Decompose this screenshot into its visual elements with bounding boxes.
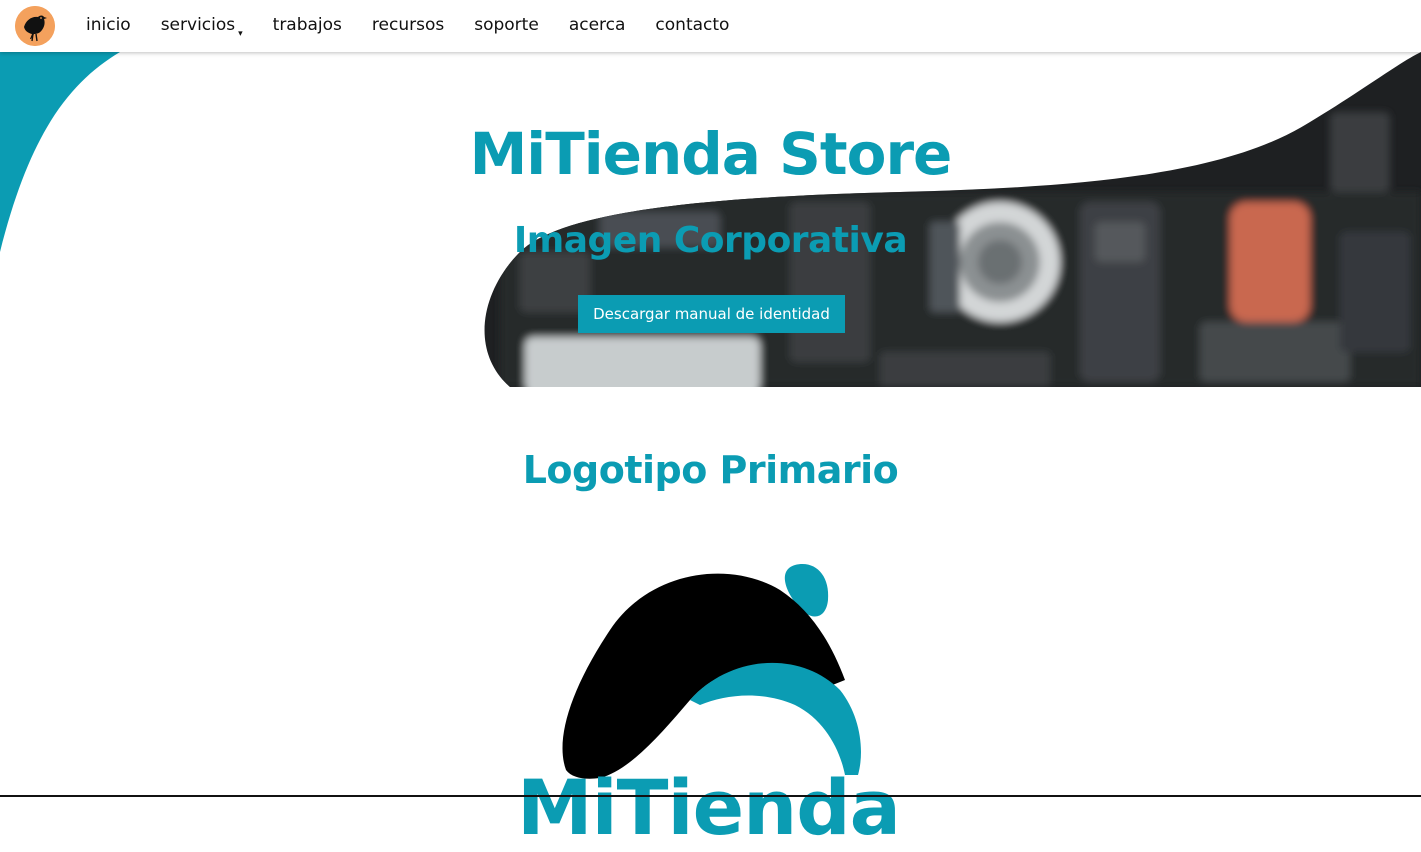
nav-item-acerca[interactable]: acerca: [569, 15, 626, 35]
chevron-down-icon: ▾: [238, 29, 243, 39]
nav-item-trabajos[interactable]: trabajos: [273, 15, 342, 35]
hero-title: MiTienda Store: [469, 120, 953, 188]
nav-item-recursos[interactable]: recursos: [372, 15, 444, 35]
logo-wordmark: MiTienda: [517, 763, 901, 852]
section-title: Logotipo Primario: [522, 448, 899, 492]
primary-logo-mark: [562, 564, 861, 779]
main-nav: inicio servicios ▾ trabajos recursos sopo…: [86, 0, 759, 52]
hero-subtitle: Imagen Corporativa: [513, 220, 908, 261]
site-logo[interactable]: [15, 6, 55, 46]
download-manual-button[interactable]: Descargar manual de identidad: [578, 295, 845, 333]
nav-item-servicios[interactable]: servicios ▾: [160, 15, 243, 39]
nav-item-inicio[interactable]: inicio: [86, 15, 131, 35]
nav-item-soporte[interactable]: soporte: [474, 15, 539, 35]
hero-banner: MiTienda Store Imagen Corporativa Descar…: [0, 52, 1421, 387]
navbar: inicio servicios ▾ trabajos recursos sopo…: [0, 0, 1421, 52]
crow-icon: [15, 6, 55, 46]
nav-item-contacto[interactable]: contacto: [655, 15, 729, 35]
nav-item-servicios-label: servicios: [160, 15, 236, 35]
